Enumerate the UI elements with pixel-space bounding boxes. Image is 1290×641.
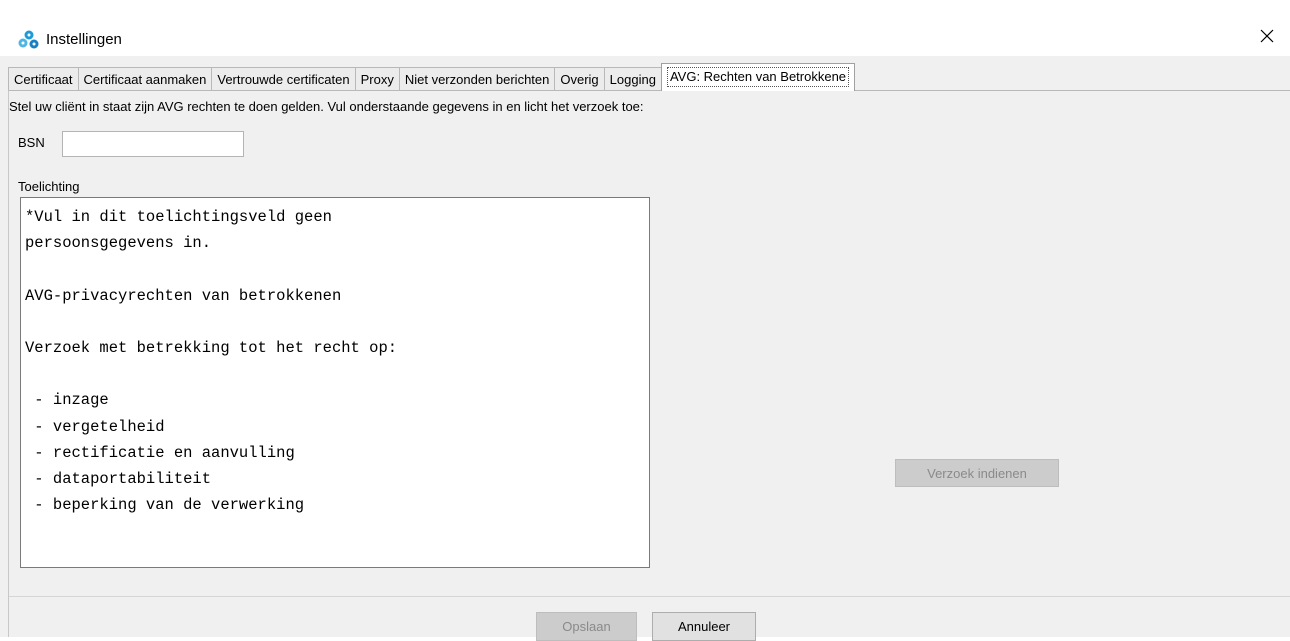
- avg-panel: Stel uw cliënt in staat zijn AVG rechten…: [8, 90, 1290, 596]
- settings-window: Instellingen Certificaat Certificaat aan…: [0, 0, 1290, 641]
- tab-certificaat-aanmaken[interactable]: Certificaat aanmaken: [77, 67, 213, 91]
- close-button[interactable]: [1244, 20, 1290, 56]
- tab-logging[interactable]: Logging: [603, 67, 662, 91]
- tab-overig[interactable]: Overig: [554, 67, 605, 91]
- dialog-footer: Opslaan Annuleer: [8, 596, 1290, 641]
- window-title: Instellingen: [46, 31, 122, 48]
- tab-bar: Certificaat Certificaat aanmaken Vertrou…: [8, 63, 856, 91]
- tab-vertrouwde-certificaten[interactable]: Vertrouwde certificaten: [211, 67, 356, 91]
- footer-divider: [9, 596, 1290, 597]
- tab-niet-verzonden-berichten[interactable]: Niet verzonden berichten: [398, 67, 556, 91]
- bsn-label: BSN: [18, 135, 45, 150]
- tab-avg-rechten[interactable]: AVG: Rechten van Betrokkene: [660, 63, 856, 91]
- instruction-text: Stel uw cliënt in staat zijn AVG rechten…: [9, 99, 644, 114]
- app-gears-icon: [18, 30, 40, 50]
- tab-proxy[interactable]: Proxy: [354, 67, 400, 91]
- verzoek-indienen-button[interactable]: Verzoek indienen: [895, 459, 1059, 487]
- toelichting-textarea[interactable]: *Vul in dit toelichtingsveld geen persoo…: [20, 197, 650, 568]
- tab-certificaat[interactable]: Certificaat: [8, 67, 79, 91]
- toelichting-label: Toelichting: [18, 179, 80, 194]
- title-bar: Instellingen: [0, 0, 1290, 56]
- bsn-input[interactable]: [62, 131, 244, 157]
- close-icon: [1260, 29, 1274, 48]
